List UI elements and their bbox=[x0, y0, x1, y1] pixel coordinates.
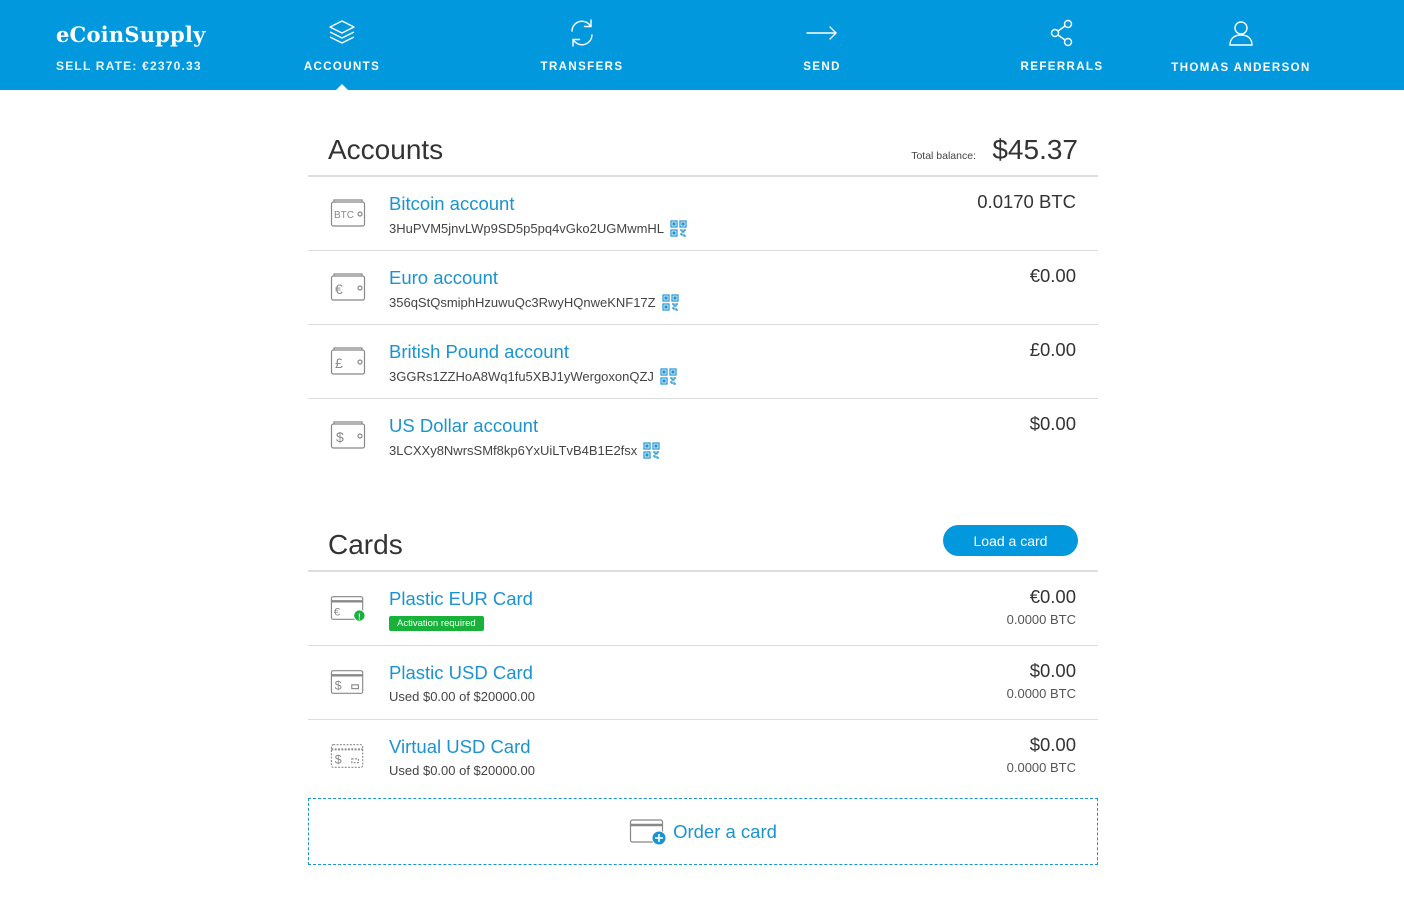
nav-label-user-name: THOMAS ANDERSON bbox=[1171, 62, 1311, 74]
svg-text:€: € bbox=[334, 607, 341, 619]
nav-label-transfers: TRANSFERS bbox=[540, 61, 624, 73]
card-balance: $0.00 bbox=[1029, 660, 1076, 681]
order-card-label: Order a card bbox=[673, 820, 777, 842]
card-name[interactable]: Virtual USD Card bbox=[389, 736, 531, 758]
add-card-icon bbox=[629, 818, 667, 845]
card-row-virtual-usd[interactable]: $ Virtual USD Card Used $0.00 of $20000.… bbox=[308, 720, 1098, 794]
cards-header: Cards Load a card bbox=[308, 513, 1098, 572]
load-card-button[interactable]: Load a card bbox=[943, 525, 1078, 556]
card-balance: $0.00 bbox=[1029, 734, 1076, 755]
order-card-button[interactable]: Order a card bbox=[308, 798, 1098, 865]
qr-code-icon[interactable] bbox=[670, 220, 687, 237]
nav-item-send[interactable]: SEND bbox=[742, 0, 902, 90]
card-usage: Used $0.00 of $20000.00 bbox=[389, 689, 536, 704]
refresh-icon bbox=[565, 16, 599, 50]
svg-text:€: € bbox=[335, 281, 343, 297]
accounts-header: Accounts Total balance: $45.37 bbox=[308, 118, 1098, 177]
sell-rate: SELL RATE: €2370.33 bbox=[56, 59, 202, 73]
nav-item-referrals[interactable]: REFERRALS bbox=[982, 0, 1142, 90]
account-row-euro[interactable]: € Euro account 356qStQsmiphHzuwuQc3RwyHQ… bbox=[308, 251, 1098, 325]
main-content: Accounts Total balance: $45.37 BTC Bitco… bbox=[308, 118, 1098, 865]
share-icon bbox=[1045, 16, 1079, 50]
card-row-plastic-usd[interactable]: $ Plastic USD Card Used $0.00 of $20000.… bbox=[308, 646, 1098, 720]
svg-text:BTC: BTC bbox=[334, 210, 354, 221]
qr-code-icon[interactable] bbox=[643, 442, 660, 459]
account-address: 356qStQsmiphHzuwuQc3RwyHQnweKNF17Z bbox=[389, 295, 656, 310]
account-row-british-pound[interactable]: £ British Pound account 3GGRs1ZZHoA8Wq1f… bbox=[308, 325, 1098, 399]
top-navigation-bar: eCoinSupply SELL RATE: €2370.33 ACCOUNTS… bbox=[0, 0, 1404, 91]
account-balance: €0.00 bbox=[1029, 265, 1076, 286]
svg-text:$: $ bbox=[336, 429, 344, 445]
account-address: 3HuPVM5jnvLWp9SD5p5pq4vGko2UGMwmHL bbox=[389, 221, 665, 236]
qr-code-icon[interactable] bbox=[662, 294, 679, 311]
account-balance: £0.00 bbox=[1029, 339, 1076, 360]
arrow-right-icon bbox=[805, 16, 839, 50]
euro-card-icon: € ! bbox=[330, 596, 366, 622]
card-balance-btc: 0.0000 BTC bbox=[1006, 686, 1076, 701]
account-address-line: 3LCXXy8NwrsSMf8kp6YxUiLTvB4B1E2fsx bbox=[389, 442, 660, 459]
brand-logo-text[interactable]: eCoinSupply bbox=[56, 22, 206, 47]
nav-label-send: SEND bbox=[803, 61, 841, 73]
account-address: 3LCXXy8NwrsSMf8kp6YxUiLTvB4B1E2fsx bbox=[389, 443, 638, 458]
nav-label-accounts: ACCOUNTS bbox=[303, 61, 381, 73]
pound-wallet-icon: £ bbox=[330, 347, 366, 375]
btc-wallet-icon: BTC bbox=[330, 199, 366, 227]
dollar-card-icon: $ bbox=[330, 670, 364, 694]
card-usage: Used $0.00 of $20000.00 bbox=[389, 763, 536, 778]
card-name[interactable]: Plastic USD Card bbox=[389, 662, 533, 684]
nav-item-user-profile[interactable]: THOMAS ANDERSON bbox=[1161, 0, 1321, 90]
total-balance-value: $45.37 bbox=[992, 134, 1078, 165]
account-balance: $0.00 bbox=[1029, 413, 1076, 434]
card-balance-btc: 0.0000 BTC bbox=[1006, 612, 1076, 627]
account-row-us-dollar[interactable]: $ US Dollar account 3LCXXy8NwrsSMf8kp6Yx… bbox=[308, 399, 1098, 473]
total-balance-label: Total balance: bbox=[911, 150, 976, 162]
dollar-wallet-icon: $ bbox=[330, 421, 366, 449]
account-address-line: 356qStQsmiphHzuwuQc3RwyHQnweKNF17Z bbox=[389, 294, 679, 311]
svg-text:$: $ bbox=[335, 679, 342, 693]
account-name[interactable]: US Dollar account bbox=[389, 415, 538, 437]
user-icon bbox=[1224, 16, 1258, 50]
account-row-bitcoin[interactable]: BTC Bitcoin account 3HuPVM5jnvLWp9SD5p5p… bbox=[308, 177, 1098, 251]
nav-item-transfers[interactable]: TRANSFERS bbox=[502, 0, 662, 90]
nav-label-referrals: REFERRALS bbox=[1020, 61, 1104, 73]
account-name[interactable]: Bitcoin account bbox=[389, 193, 514, 215]
svg-text:£: £ bbox=[335, 355, 343, 371]
activation-required-badge[interactable]: Activation required bbox=[389, 616, 484, 631]
brand-block: eCoinSupply SELL RATE: €2370.33 bbox=[56, 22, 206, 73]
svg-text:$: $ bbox=[335, 753, 342, 767]
account-address: 3GGRs1ZZHoA8Wq1fu5XBJ1yWergoxonQZJ bbox=[389, 369, 654, 384]
cards-title: Cards bbox=[328, 529, 403, 560]
account-balance: 0.0170 BTC bbox=[977, 191, 1076, 212]
card-status-line: Activation required bbox=[389, 616, 484, 631]
order-card-content: Order a card bbox=[629, 818, 777, 846]
account-address-line: 3GGRs1ZZHoA8Wq1fu5XBJ1yWergoxonQZJ bbox=[389, 368, 677, 385]
account-name[interactable]: Euro account bbox=[389, 267, 498, 289]
accounts-title: Accounts bbox=[328, 134, 444, 165]
card-balance-btc: 0.0000 BTC bbox=[1006, 760, 1076, 775]
account-address-line: 3HuPVM5jnvLWp9SD5p5pq4vGko2UGMwmHL bbox=[389, 220, 687, 237]
euro-wallet-icon: € bbox=[330, 273, 366, 301]
card-name[interactable]: Plastic EUR Card bbox=[389, 588, 533, 610]
active-nav-indicator bbox=[335, 84, 349, 91]
qr-code-icon[interactable] bbox=[660, 368, 677, 385]
svg-text:!: ! bbox=[358, 611, 361, 621]
account-name[interactable]: British Pound account bbox=[389, 341, 569, 363]
card-balance: €0.00 bbox=[1029, 586, 1076, 607]
virtual-dollar-card-icon: $ bbox=[330, 744, 364, 768]
nav-item-accounts[interactable]: ACCOUNTS bbox=[262, 0, 422, 91]
layers-icon bbox=[325, 16, 359, 50]
card-row-plastic-eur[interactable]: € ! Plastic EUR Card Activation required… bbox=[308, 572, 1098, 646]
